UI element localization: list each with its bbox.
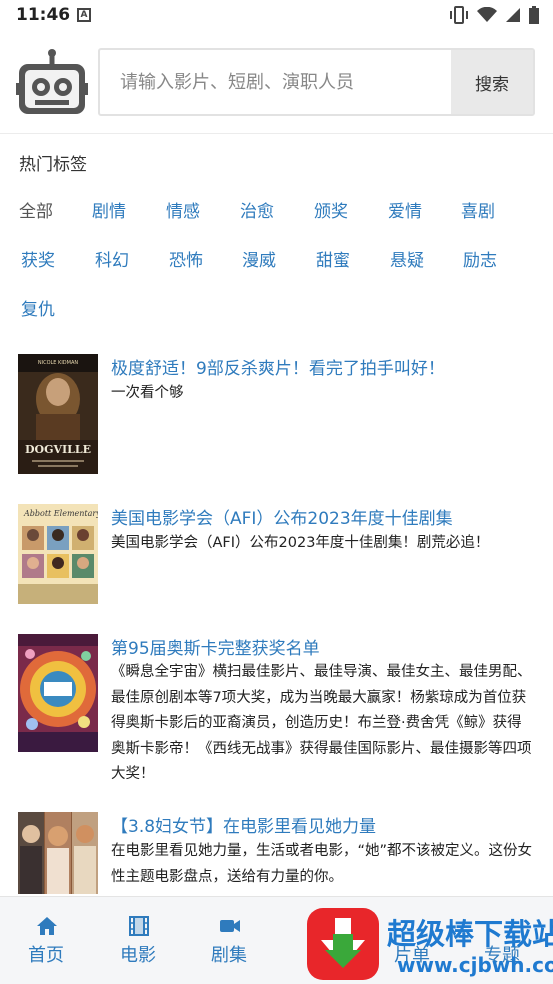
tag-comedy[interactable]: 喜剧: [461, 197, 495, 222]
tag-emotion[interactable]: 情感: [166, 197, 200, 222]
tag-sweet[interactable]: 甜蜜: [316, 246, 350, 271]
article-thumbnail: Abbott Elementary: [18, 504, 98, 604]
home-icon: [37, 917, 57, 935]
tag-healing[interactable]: 治愈: [240, 197, 274, 222]
article-desc: 一次看个够: [111, 385, 184, 401]
battery-icon: [529, 6, 539, 24]
notification-icon: A: [77, 8, 91, 22]
article-thumbnail: [18, 812, 98, 894]
video-camera-icon: [220, 920, 240, 932]
article-desc: 《瞬息全宇宙》横扫最佳影片、最佳导演、最佳女主、最佳男配、最佳原创剧本等7项大奖…: [111, 664, 532, 782]
poster-title-text: DOGVILLE: [25, 443, 91, 456]
tab-series-label: 剧集: [211, 945, 247, 966]
watermark-url: www.cjbwh.com: [397, 953, 553, 977]
list-item[interactable]: Abbott Elementary 美国电影学会（AFI）公布2023年度十佳剧…: [18, 504, 538, 606]
tab-series[interactable]: 剧集: [193, 897, 265, 984]
tag-drama[interactable]: 剧情: [92, 197, 126, 222]
tag-suspense[interactable]: 悬疑: [390, 246, 424, 271]
robot-logo-icon[interactable]: [16, 48, 88, 116]
poster-actor-text: NICOLE KIDMAN: [38, 360, 79, 366]
site-watermark: 超级棒下载站 www.cjbwh.com: [305, 904, 553, 984]
poster-title-text: Abbott Elementary: [23, 509, 98, 518]
list-item[interactable]: 第95届奥斯卡完整获奖名单 《瞬息全宇宙》横扫最佳影片、最佳导演、最佳女主、最佳…: [18, 634, 538, 784]
article-thumbnail: [18, 634, 98, 752]
article-thumbnail: NICOLE KIDMAN DOGVILLE: [18, 354, 98, 474]
status-time: 11:46: [16, 5, 71, 25]
header: 搜索: [0, 30, 553, 134]
tag-revenge[interactable]: 复仇: [21, 295, 55, 320]
article-title[interactable]: 极度舒适！9部反杀爽片！看完了拍手叫好！: [111, 354, 445, 379]
watermark-title: 超级棒下载站: [387, 917, 553, 951]
list-item[interactable]: 【3.8妇女节】在电影里看见她力量 在电影里看见她力量，生活或者电影，“她”都不…: [18, 812, 538, 894]
tab-home-label: 首页: [28, 945, 64, 966]
tag-marvel[interactable]: 漫威: [242, 246, 276, 271]
tag-inspiring[interactable]: 励志: [463, 246, 497, 271]
signal-icon: [506, 8, 520, 22]
article-desc: 美国电影学会（AFI）公布2023年度十佳剧集！剧荒必追！: [111, 535, 490, 551]
watermark-logo-icon: 超级棒下载站 www.cjbwh.com: [307, 908, 553, 980]
vibrate-icon: [450, 6, 468, 24]
article-title[interactable]: 【3.8妇女节】在电影里看见她力量: [111, 812, 376, 837]
tag-romance[interactable]: 爱情: [388, 197, 422, 222]
tab-movies-label: 电影: [120, 945, 156, 966]
article-title[interactable]: 美国电影学会（AFI）公布2023年度十佳剧集: [111, 504, 453, 529]
article-title[interactable]: 第95届奥斯卡完整获奖名单: [111, 634, 320, 659]
search-button[interactable]: 搜索: [451, 50, 533, 114]
list-item[interactable]: NICOLE KIDMAN DOGVILLE 极度舒适！9部反杀爽片！看完了拍手…: [18, 354, 538, 476]
tag-winner[interactable]: 获奖: [21, 246, 55, 271]
wifi-icon: [477, 7, 497, 22]
tag-award[interactable]: 颁奖: [314, 197, 348, 222]
article-desc: 在电影里看见她力量，生活或者电影，“她”都不该被定义。这份女性主题电影盘点，送给…: [111, 843, 533, 885]
tag-horror[interactable]: 恐怖: [169, 246, 203, 271]
tag-all[interactable]: 全部: [19, 197, 53, 222]
tab-movies[interactable]: 电影: [102, 897, 174, 984]
tag-scifi[interactable]: 科幻: [95, 246, 129, 271]
status-bar: 11:46 A: [0, 0, 553, 30]
hot-tags-title: 热门标签: [19, 155, 87, 175]
film-icon: [129, 916, 149, 936]
search-box: 搜索: [98, 48, 535, 116]
tab-home[interactable]: 首页: [10, 897, 82, 984]
search-input[interactable]: [100, 50, 452, 114]
